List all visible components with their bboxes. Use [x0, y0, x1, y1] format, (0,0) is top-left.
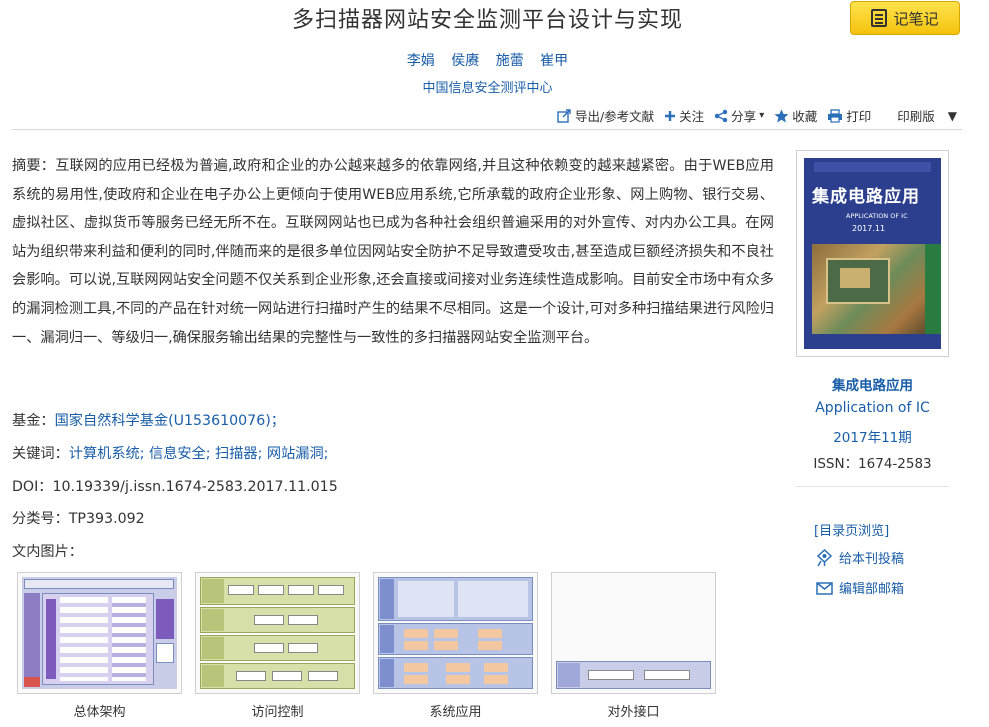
doi-value: 10.19339/j.issn.1674-2583.2017.11.015 — [52, 479, 338, 495]
journal-issue-link[interactable]: 2017年11期 — [796, 426, 949, 446]
editorial-email-label: 编辑部邮箱 — [839, 582, 905, 597]
figure-thumbnail[interactable]: 系统应用 — [373, 572, 538, 720]
author-link[interactable]: 李娟 — [407, 53, 435, 69]
mail-icon — [816, 582, 833, 595]
export-icon — [557, 108, 571, 123]
fund-link[interactable]: 国家自然科学基金(U153610076)； — [55, 413, 285, 429]
keywords-label: 关键词： — [12, 446, 69, 462]
star-icon — [774, 109, 789, 122]
abstract: 摘要：互联网的应用已经极为普遍,政府和企业的办公越来越多的依靠网络,并且这种依赖… — [12, 152, 774, 352]
keyword-link[interactable]: 网站漏洞; — [267, 446, 329, 462]
chevron-down-icon: ▾ — [759, 110, 765, 121]
export-label: 导出/参考文献 — [574, 109, 655, 124]
print-version-dropdown[interactable]: 印刷版 ▼ — [897, 106, 957, 125]
fund-label: 基金： — [12, 413, 55, 429]
figures-heading: 文内图片： — [12, 544, 83, 560]
keyword-link[interactable]: 信息安全; — [149, 446, 211, 462]
article-toolbar: 导出/参考文献 关注 分享 ▾ 收藏 打印 印刷版 ▼ — [557, 106, 957, 125]
author-link[interactable]: 侯赓 — [451, 53, 479, 69]
fund-row: 基金：国家自然科学基金(U153610076)； — [12, 410, 285, 430]
author-link[interactable]: 崔甲 — [540, 53, 568, 69]
export-reference-button[interactable]: 导出/参考文献 — [557, 106, 654, 125]
abstract-text: 互联网的应用已经极为普遍,政府和企业的办公越来越多的依靠网络,并且这种依赖变的越… — [12, 158, 774, 346]
submit-icon — [816, 548, 833, 566]
submit-link[interactable]: 给本刊投稿 — [816, 548, 904, 567]
toc-browse-label: [目录页浏览] — [814, 524, 890, 539]
figure-image — [551, 572, 716, 694]
cover-subtitle: APPLICATION OF IC — [846, 212, 908, 220]
favorite-label: 收藏 — [792, 109, 818, 124]
figure-image — [195, 572, 360, 694]
figure-thumbnail[interactable]: 访问控制 — [195, 572, 360, 720]
author-link[interactable]: 施蕾 — [496, 53, 524, 69]
cover-title: 集成电路应用 — [812, 187, 920, 207]
print-version-label: 印刷版 — [897, 109, 935, 124]
figure-caption: 访问控制 — [251, 705, 304, 720]
share-label: 分享 — [731, 109, 757, 124]
caret-down-icon: ▼ — [947, 108, 957, 123]
figure-image — [17, 572, 182, 694]
notebook-icon — [871, 9, 888, 27]
divider — [796, 486, 949, 487]
divider — [12, 129, 962, 130]
abstract-label: 摘要： — [12, 158, 56, 174]
keyword-link[interactable]: 计算机系统; — [69, 446, 145, 462]
figure-caption: 对外接口 — [607, 705, 660, 720]
favorite-button[interactable]: 收藏 — [774, 106, 817, 125]
classification-label: 分类号： — [12, 511, 69, 527]
classification-row: 分类号：TP393.092 — [12, 508, 145, 528]
author-organization[interactable]: 中国信息安全测评中心 — [0, 77, 975, 96]
journal-name-link[interactable]: 集成电路应用 — [796, 374, 949, 394]
plus-icon — [665, 110, 676, 121]
submit-label: 给本刊投稿 — [839, 552, 905, 567]
figure-caption: 系统应用 — [429, 705, 482, 720]
journal-english-name[interactable]: Application of IC — [796, 400, 949, 416]
take-note-button[interactable]: 记笔记 — [850, 1, 960, 35]
doi-label: DOI： — [12, 479, 53, 495]
keywords-row: 关键词：计算机系统; 信息安全; 扫描器; 网站漏洞; — [12, 443, 328, 463]
cover-issue: 2017.11 — [852, 224, 886, 233]
article-title: 多扫描器网站安全监测平台设计与实现 — [291, 8, 683, 33]
follow-label: 关注 — [679, 109, 705, 124]
take-note-label: 记笔记 — [893, 9, 939, 28]
classification-value: TP393.092 — [68, 511, 145, 527]
editorial-email-link[interactable]: 编辑部邮箱 — [816, 578, 904, 597]
share-button[interactable]: 分享 ▾ — [714, 106, 764, 125]
keyword-link[interactable]: 扫描器; — [215, 446, 262, 462]
doi-row: DOI：10.19339/j.issn.1674-2583.2017.11.01… — [12, 476, 338, 496]
figure-thumbnail[interactable]: 总体架构 — [17, 572, 182, 720]
figure-thumbnail[interactable]: 对外接口 — [551, 572, 716, 720]
print-label: 打印 — [846, 109, 872, 124]
journal-issn: ISSN：1674-2583 — [813, 456, 932, 472]
print-button[interactable]: 打印 — [827, 106, 871, 125]
author-list: 李娟 侯赓 施蕾 崔甲 — [0, 50, 975, 70]
figure-image — [373, 572, 538, 694]
follow-button[interactable]: 关注 — [664, 106, 704, 125]
journal-cover[interactable]: 集成电路应用 APPLICATION OF IC 2017.11 — [796, 150, 949, 357]
toc-browse-link[interactable]: [目录页浏览] — [814, 520, 889, 539]
printer-icon — [828, 108, 843, 123]
share-icon — [714, 109, 728, 122]
figure-caption: 总体架构 — [73, 705, 126, 720]
figure-thumbnails: 总体架构 访问控制 系统应用 对外接口 — [17, 572, 716, 720]
